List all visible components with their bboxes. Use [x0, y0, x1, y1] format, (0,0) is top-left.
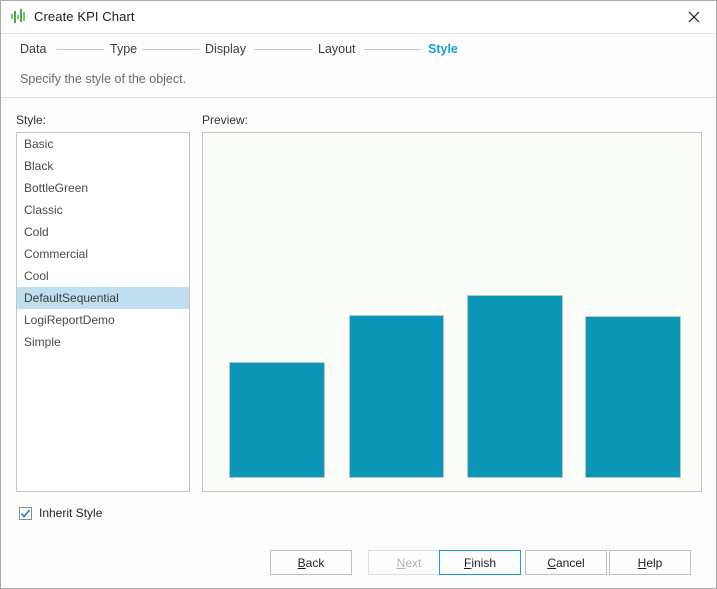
step-connector: [57, 49, 104, 50]
style-label: Style:: [16, 113, 46, 127]
subtitle-area: Specify the style of the object.: [1, 63, 716, 98]
back-accel: B: [298, 556, 306, 570]
help-button[interactable]: Help: [609, 550, 691, 575]
preview-bar: [467, 295, 563, 478]
back-button[interactable]: Back: [270, 550, 352, 575]
finish-rest: inish: [471, 556, 496, 570]
checkbox-box[interactable]: [19, 507, 32, 520]
help-accel: H: [638, 556, 647, 570]
back-rest: ack: [306, 556, 325, 570]
list-item[interactable]: BottleGreen: [17, 177, 189, 199]
cancel-button[interactable]: Cancel: [525, 550, 607, 575]
list-item[interactable]: Cold: [17, 221, 189, 243]
list-item[interactable]: Simple: [17, 331, 189, 353]
window-title: Create KPI Chart: [34, 9, 135, 24]
step-data[interactable]: Data: [20, 42, 46, 56]
finish-button[interactable]: Finish: [439, 550, 521, 575]
step-display[interactable]: Display: [205, 42, 246, 56]
step-style[interactable]: Style: [428, 42, 458, 56]
step-connector: [142, 49, 199, 50]
close-icon[interactable]: [671, 1, 716, 33]
list-item[interactable]: Classic: [17, 199, 189, 221]
list-item[interactable]: LogiReportDemo: [17, 309, 189, 331]
next-button[interactable]: Next: [368, 550, 450, 575]
next-accel: N: [397, 556, 406, 570]
preview-label: Preview:: [202, 113, 248, 127]
wizard-steps: Data Type Display Layout Style: [1, 34, 716, 63]
cancel-rest: ancel: [556, 556, 585, 570]
list-item[interactable]: Cool: [17, 265, 189, 287]
help-rest: elp: [646, 556, 662, 570]
kpi-chart-icon: [11, 9, 28, 25]
preview-bar: [349, 315, 444, 478]
list-item[interactable]: Commercial: [17, 243, 189, 265]
cancel-accel: C: [547, 556, 556, 570]
step-connector: [364, 49, 422, 50]
list-item[interactable]: Black: [17, 155, 189, 177]
list-item-selected[interactable]: DefaultSequential: [17, 287, 189, 309]
step-type[interactable]: Type: [110, 42, 137, 56]
style-list[interactable]: Basic Black BottleGreen Classic Cold Com…: [16, 132, 190, 492]
dialog-footer: Back Next Finish Cancel Help: [1, 538, 716, 588]
step-connector: [254, 49, 312, 50]
list-item[interactable]: Basic: [17, 133, 189, 155]
dialog-body: Style: Preview: Basic Black BottleGreen …: [1, 98, 716, 538]
finish-accel: F: [464, 556, 471, 570]
step-layout[interactable]: Layout: [318, 42, 356, 56]
inherit-style-checkbox[interactable]: Inherit Style: [19, 506, 102, 520]
page-description: Specify the style of the object.: [20, 72, 186, 86]
preview-bar: [585, 316, 681, 478]
next-rest: ext: [405, 556, 421, 570]
title-bar: Create KPI Chart: [1, 1, 716, 34]
inherit-style-label: Inherit Style: [39, 506, 102, 520]
preview-bar: [229, 362, 325, 478]
create-kpi-chart-dialog: Create KPI Chart Data Type Display Layou…: [0, 0, 717, 589]
style-preview-chart: [202, 132, 702, 492]
